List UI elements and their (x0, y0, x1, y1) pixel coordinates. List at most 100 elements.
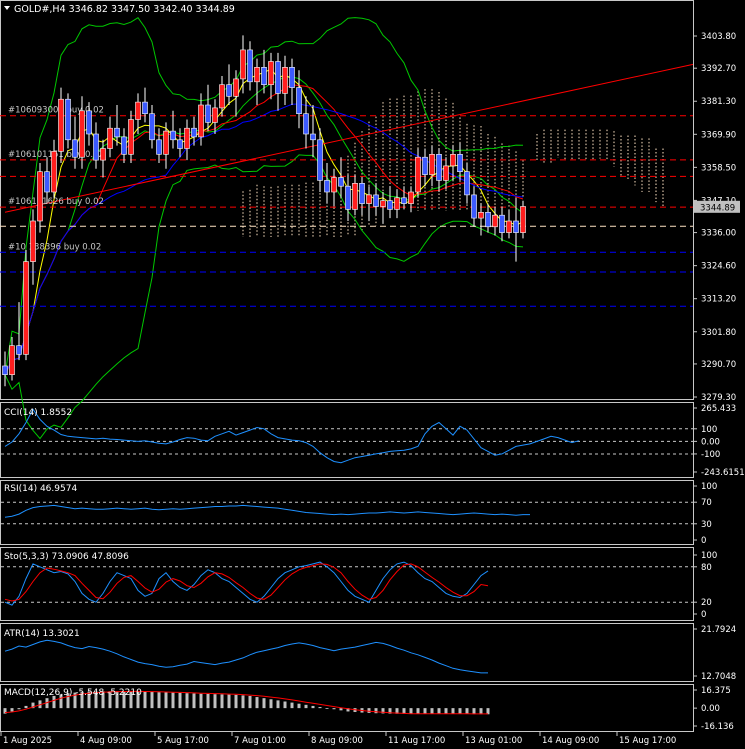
candle-body (408, 191, 414, 204)
cci-tick-label: 265.433 (701, 404, 736, 414)
candle-body (177, 139, 183, 149)
price-tick-label: 3324.60 (701, 262, 736, 272)
macd-hist-bar (150, 691, 154, 709)
candle[interactable] (520, 200, 526, 239)
candle-body (226, 84, 232, 97)
candle-body (205, 104, 211, 123)
candle[interactable] (58, 87, 64, 164)
candle-body (310, 133, 316, 141)
macd-hist-bar (185, 693, 189, 709)
candle-body (65, 98, 71, 141)
candle-body (107, 127, 113, 149)
candle-body (415, 156, 421, 193)
candle-body (380, 200, 386, 207)
order-label: #106111626 buy 0.02 (8, 197, 104, 207)
candle-body (303, 113, 309, 135)
candle-body (401, 197, 407, 204)
candle-body (93, 133, 99, 161)
macd-hist-bar (367, 708, 371, 713)
candle-body (268, 61, 274, 86)
candle-body (478, 211, 484, 219)
candle-body (282, 67, 288, 94)
time-tick-label: 11 Aug 17:00 (388, 736, 445, 745)
macd-hist-bar (416, 708, 420, 714)
atr-label: ATR(14) 13.3021 (4, 629, 80, 639)
macd-hist-bar (262, 698, 266, 709)
candle-body (114, 127, 120, 138)
candle-body (9, 345, 15, 375)
candle-body (275, 61, 281, 94)
candle-body (506, 220, 512, 233)
stoch-tick-label: 100 (701, 551, 717, 561)
cci-tick-label: -243.6151 (701, 468, 745, 478)
price-tick-label: 3369.90 (701, 130, 736, 140)
candle-body (212, 107, 218, 123)
macd-hist-bar (213, 694, 217, 709)
macd-hist-bar (423, 708, 427, 714)
candle-body (289, 67, 295, 88)
time-tick-label: 8 Aug 09:00 (311, 736, 363, 745)
time-tick-label: 4 Aug 09:00 (80, 736, 132, 745)
stoch-tick-label: 0 (701, 610, 706, 620)
macd-hist-bar (472, 708, 476, 715)
candle-body (121, 136, 127, 155)
price-tick-label: 3403.80 (701, 32, 736, 42)
macd-hist-bar (290, 702, 294, 709)
time-tick-label: 13 Aug 01:00 (465, 736, 522, 745)
candle-body (198, 104, 204, 138)
candle-body (23, 261, 29, 355)
macd-hist-bar (437, 708, 441, 714)
candle-body (485, 211, 491, 228)
candle-body (247, 49, 253, 83)
chart-canvas[interactable]: #106093005 buy 0.02#106101151 buy 0.02#1… (0, 0, 745, 746)
price-tick-label: 3301.80 (701, 328, 736, 338)
candle-body (394, 197, 400, 210)
symbol-ohlc-text: GOLD#,H4 3346.82 3347.50 3342.40 3344.89 (14, 4, 235, 15)
candle-body (156, 139, 162, 155)
macd-hist-bar (269, 699, 273, 709)
candle-body (72, 139, 78, 158)
candle-body (191, 127, 197, 138)
candle-body (233, 78, 239, 97)
macd-hist-bar (157, 692, 161, 709)
candle-body (2, 365, 8, 375)
macd-hist-bar (143, 691, 147, 709)
candle-body (317, 139, 323, 181)
cci-tick-label: 100 (701, 425, 717, 435)
candle-body (135, 101, 141, 120)
stoch-label: Sto(5,3,3) 73.0906 47.8096 (4, 552, 129, 562)
macd-label: MACD(12,26,9) -5.548 -5.2210 (4, 688, 142, 698)
atr-tick-label: 12.7048 (701, 672, 736, 682)
macd-hist-bar (199, 693, 203, 709)
candle-body (387, 200, 393, 210)
macd-hist-bar (241, 695, 245, 709)
candle-body (184, 127, 190, 149)
candle-body (492, 214, 498, 228)
candle[interactable] (23, 249, 29, 361)
candle-body (142, 101, 148, 115)
macd-hist-bar (171, 692, 175, 709)
macd-hist-bar (311, 705, 315, 709)
candle-body (86, 110, 92, 135)
price-tick-label: 3358.50 (701, 163, 736, 173)
macd-hist-bar (178, 692, 182, 709)
macd-hist-bar (283, 701, 287, 709)
stoch-tick-label: 20 (701, 598, 712, 608)
atr-tick-label: 21.7924 (701, 625, 736, 635)
candle-body (443, 165, 449, 181)
price-tick-label: 3279.30 (701, 393, 736, 403)
rsi-tick-label: 70 (701, 498, 712, 508)
candle-body (128, 119, 134, 155)
candle-body (471, 194, 477, 219)
candle-body (457, 154, 463, 173)
candle-body (436, 154, 442, 181)
candle-body (219, 84, 225, 109)
candle-body (331, 177, 337, 193)
candle-body (30, 220, 36, 262)
stoch-tick-label: 80 (701, 563, 712, 573)
cci-tick-label: 0.00 (701, 437, 720, 447)
macd-hist-bar (458, 708, 462, 714)
trading-terminal-chart[interactable]: #106093005 buy 0.02#106101151 buy 0.02#1… (0, 0, 745, 746)
macd-hist-bar (220, 694, 224, 709)
macd-hist-bar (430, 708, 434, 714)
